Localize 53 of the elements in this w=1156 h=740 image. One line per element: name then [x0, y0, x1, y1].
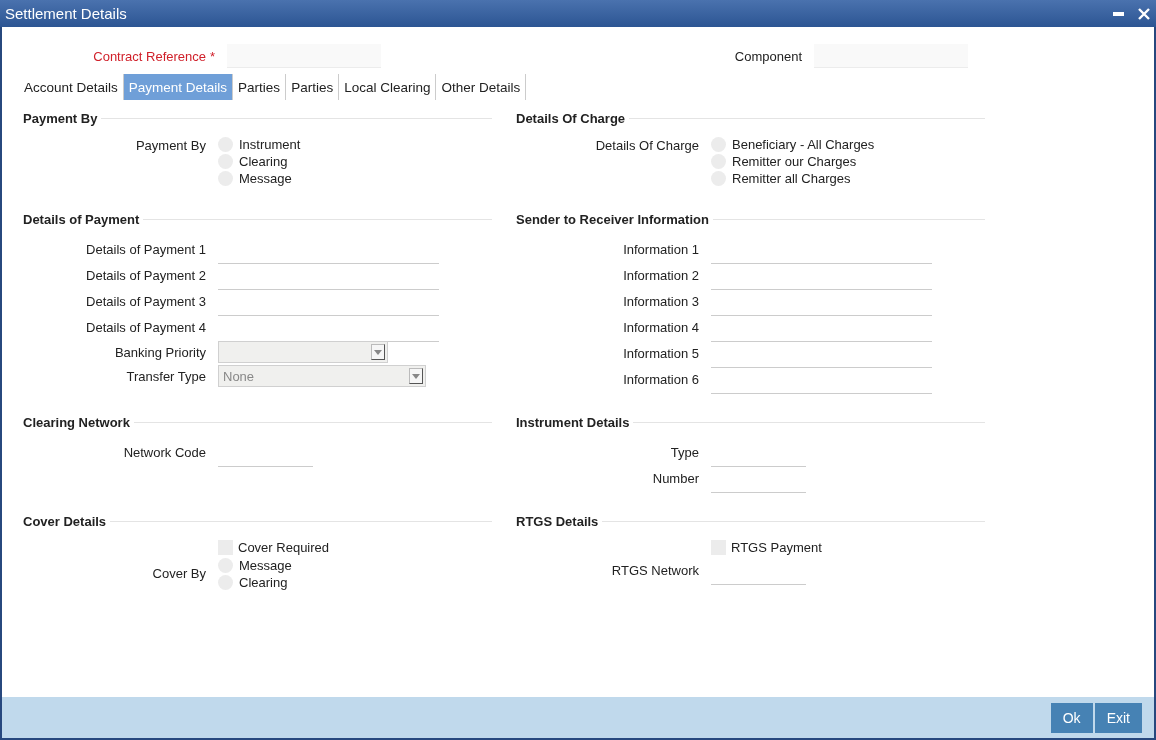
radio-label: Instrument: [239, 137, 301, 152]
field-label: Details of Payment 1: [85, 241, 206, 257]
required-mark: *: [210, 48, 216, 64]
window-title: Settlement Details: [5, 5, 128, 22]
field-label: Cover By: [151, 565, 206, 583]
radio-label: Clearing: [239, 575, 288, 590]
section-title: RTGS Details: [516, 513, 599, 529]
close-icon[interactable]: [1138, 7, 1150, 20]
section-title: Cover Details: [23, 513, 107, 529]
field-label: Information 4: [622, 319, 699, 335]
tab[interactable]: Parties: [286, 74, 340, 100]
tab[interactable]: Parties: [233, 74, 287, 100]
field-label: Information 2: [622, 267, 699, 283]
radio-label: Remitter our Charges: [732, 154, 857, 169]
section-title: Sender to Receiver Information: [516, 211, 709, 227]
caret-icon: [412, 373, 420, 379]
field-label: Number: [651, 470, 699, 486]
field-label: Details of Payment 4: [85, 319, 206, 335]
minimize-icon[interactable]: [1113, 11, 1124, 16]
radio-label: Beneficiary - All Charges: [732, 137, 875, 152]
field-label: Transfer Type: [125, 368, 206, 384]
field-label: Information 5: [622, 345, 699, 361]
field-label: Type: [669, 444, 699, 460]
section-title: Details Of Charge: [516, 110, 626, 126]
dialog-button[interactable]: Ok: [1050, 702, 1093, 733]
field-label: Payment By: [134, 137, 206, 155]
dropdown[interactable]: [218, 341, 388, 363]
field-label: Details of Payment 3: [85, 293, 206, 309]
checkbox-label: Cover Required: [238, 540, 330, 555]
caret-icon: [374, 349, 382, 355]
radio-label: Clearing: [239, 154, 288, 169]
field-label: Information 3: [622, 293, 699, 309]
radio-label: Message: [239, 558, 292, 573]
section-title: Instrument Details: [516, 414, 630, 430]
field-label: Information 6: [622, 371, 699, 387]
radio-label: Message: [239, 171, 292, 186]
radio-label: Remitter all Charges: [732, 171, 851, 186]
field-label: Component: [733, 48, 803, 64]
tab[interactable]: Local Clearing: [339, 74, 437, 100]
section-title: Details of Payment: [23, 211, 140, 227]
field-label: Banking Priority: [113, 344, 206, 360]
section-title: Payment By: [23, 110, 98, 126]
dialog-button[interactable]: Exit: [1094, 702, 1142, 733]
section-title: Clearing Network: [23, 414, 130, 430]
field-label: Network Code: [122, 444, 206, 460]
field-label: Contract Reference: [92, 48, 206, 64]
tab[interactable]: Other Details: [436, 74, 527, 100]
checkbox-label: RTGS Payment: [731, 540, 822, 555]
field-label: Details Of Charge: [594, 137, 699, 155]
tab[interactable]: Account Details: [19, 74, 124, 100]
field-label: Information 1: [622, 241, 699, 257]
field-label: RTGS Network: [610, 562, 699, 578]
field-label: Details of Payment 2: [85, 267, 206, 283]
